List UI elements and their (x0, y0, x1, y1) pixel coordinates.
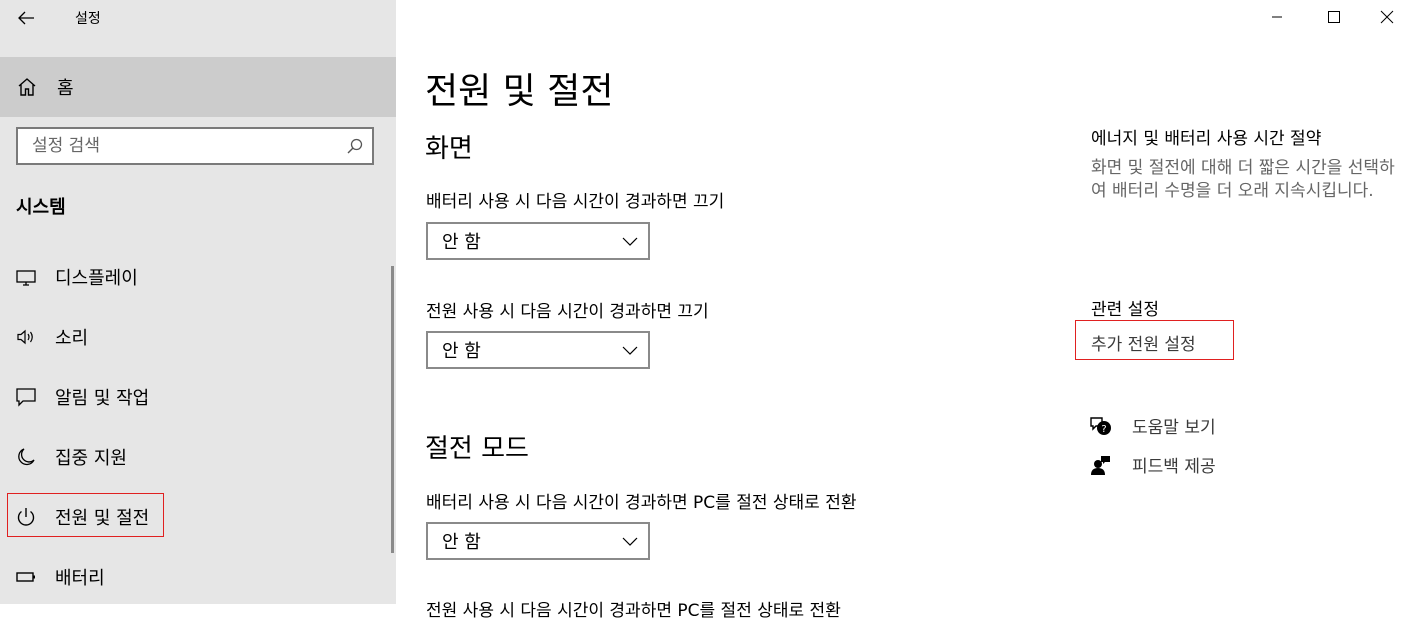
sidebar-item-label: 집중 지원 (55, 448, 127, 469)
sidebar-item-notifications[interactable]: 알림 및 작업 (0, 374, 390, 420)
sidebar-item-label: 홈 (57, 78, 74, 99)
search-icon[interactable] (346, 137, 364, 155)
svg-text:?: ? (1101, 424, 1106, 435)
sidebar-item-focus-assist[interactable]: 집중 지원 (0, 434, 390, 480)
dropdown-value: 안 함 (442, 232, 481, 253)
section-heading-screen: 화면 (425, 134, 473, 164)
sidebar-item-home[interactable]: 홈 (0, 57, 396, 117)
feedback-icon (1091, 455, 1110, 475)
sidebar-item-battery[interactable]: 배터리 (0, 554, 390, 600)
close-icon (1380, 10, 1394, 24)
sidebar-item-label: 디스플레이 (55, 268, 138, 289)
chevron-down-icon (622, 346, 638, 355)
dropdown-value: 안 함 (442, 341, 481, 362)
sidebar-item-power-sleep[interactable]: 전원 및 절전 (0, 494, 390, 540)
screen-battery-dropdown[interactable]: 안 함 (426, 222, 650, 260)
section-title: 시스템 (16, 197, 66, 218)
back-arrow-icon (18, 11, 34, 25)
sidebar-item-sound[interactable]: 소리 (0, 314, 390, 360)
get-help-label: 도움말 보기 (1132, 418, 1216, 438)
related-settings-title: 관련 설정 (1091, 300, 1159, 320)
sidebar-scrollbar[interactable] (391, 266, 394, 553)
chevron-down-icon (622, 237, 638, 246)
screen-plugged-label: 전원 사용 시 다음 시간이 경과하면 끄기 (426, 302, 709, 322)
speaker-icon (15, 326, 37, 348)
section-heading-sleep: 절전 모드 (425, 434, 529, 464)
search-box[interactable] (16, 127, 374, 165)
power-icon (15, 506, 37, 528)
minimize-button[interactable] (1254, 3, 1300, 31)
sidebar-item-label: 알림 및 작업 (55, 388, 150, 409)
help-chat-icon: ? (1090, 416, 1111, 435)
additional-power-settings-link[interactable]: 추가 전원 설정 (1091, 330, 1196, 355)
sidebar-item-display[interactable]: 디스플레이 (0, 254, 390, 300)
screen-plugged-dropdown[interactable]: 안 함 (426, 331, 650, 369)
energy-tip-description: 화면 및 절전에 대해 더 짧은 시간을 선택하여 배터리 수명을 더 오래 지… (1091, 158, 1395, 201)
sleep-plugged-label: 전원 사용 시 다음 시간이 경과하면 PC를 절전 상태로 전환 (426, 601, 841, 621)
give-feedback-link[interactable]: 피드백 제공 (1089, 452, 1216, 477)
screen-battery-label: 배터리 사용 시 다음 시간이 경과하면 끄기 (426, 192, 725, 212)
maximize-button[interactable] (1311, 3, 1357, 31)
moon-icon (15, 446, 37, 468)
chevron-down-icon (622, 537, 638, 546)
notification-icon (15, 386, 37, 408)
sidebar: 설정 홈 시스템 디스플레이 소리 알림 및 작업 (0, 0, 396, 604)
give-feedback-label: 피드백 제공 (1132, 457, 1216, 477)
search-input[interactable] (18, 129, 332, 163)
get-help-link[interactable]: ? 도움말 보기 (1089, 413, 1216, 438)
minimize-icon (1272, 16, 1282, 18)
sidebar-item-label: 전원 및 절전 (55, 508, 150, 529)
close-button[interactable] (1364, 3, 1410, 31)
back-button[interactable] (14, 6, 38, 30)
battery-icon (15, 566, 37, 588)
app-title: 설정 (75, 11, 101, 27)
sidebar-item-label: 소리 (55, 328, 89, 349)
dropdown-value: 안 함 (442, 532, 481, 553)
energy-tip-title: 에너지 및 배터리 사용 시간 절약 (1091, 129, 1322, 149)
sleep-battery-dropdown[interactable]: 안 함 (426, 522, 650, 560)
display-icon (15, 266, 37, 288)
sleep-battery-label: 배터리 사용 시 다음 시간이 경과하면 PC를 절전 상태로 전환 (426, 493, 857, 513)
home-icon (18, 78, 36, 96)
maximize-icon (1328, 11, 1340, 23)
page-title: 전원 및 절전 (425, 71, 614, 112)
sidebar-item-label: 배터리 (55, 568, 105, 589)
